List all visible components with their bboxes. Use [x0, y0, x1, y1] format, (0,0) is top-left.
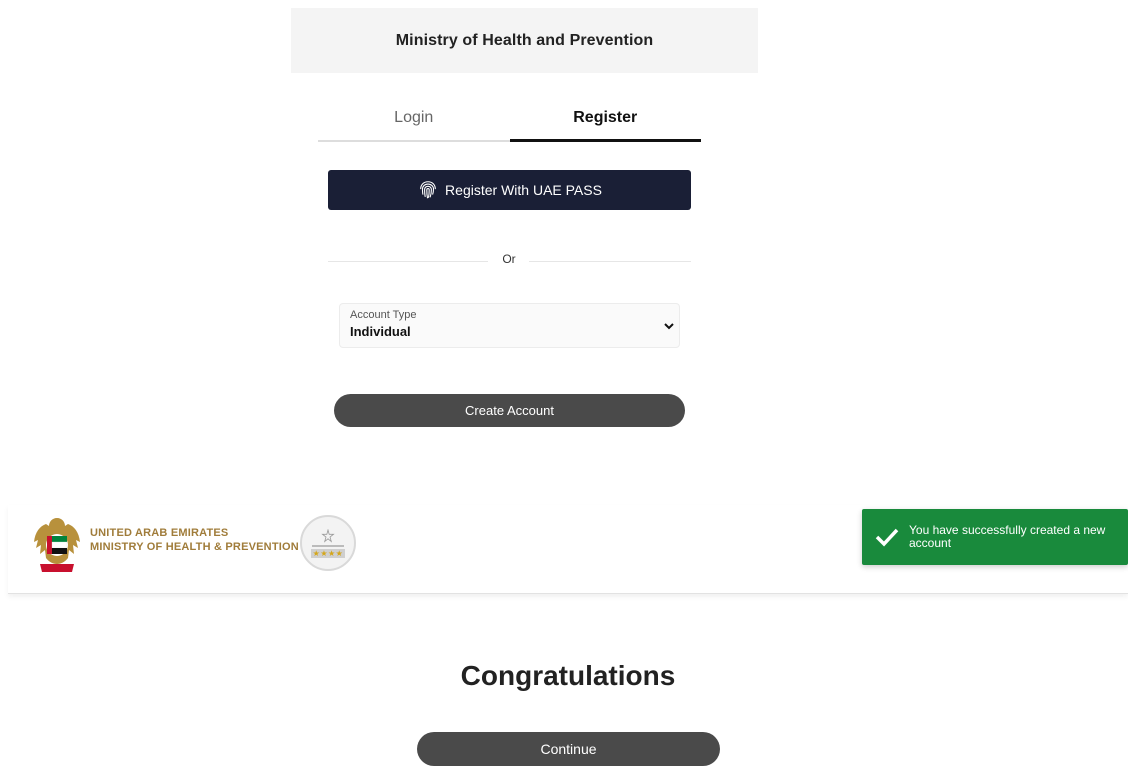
- toast-message: You have successfully created a new acco…: [909, 523, 1106, 550]
- tab-login[interactable]: Login: [318, 100, 510, 142]
- tab-register[interactable]: Register: [509, 100, 701, 142]
- check-icon: [875, 528, 899, 547]
- star-logo-icon: [321, 528, 335, 543]
- page-header: Ministry of Health and Prevention: [291, 8, 758, 73]
- star-rating-badge: ★★★★: [300, 515, 356, 571]
- account-type-select[interactable]: Account Type Individual: [339, 303, 680, 348]
- badge-stars-icon: ★★★★: [310, 548, 346, 558]
- footer-ministry-text: UNITED ARAB EMIRATES MINISTRY OF HEALTH …: [90, 526, 299, 554]
- account-type-label: Account Type: [350, 309, 417, 321]
- uae-emblem-icon: [34, 518, 80, 572]
- auth-tabs: Login Register: [318, 100, 701, 142]
- divider-text: Or: [502, 252, 516, 266]
- congratulations-heading: Congratulations: [460, 660, 676, 691]
- register-uaepass-label: Register With UAE PASS: [445, 182, 602, 198]
- register-uaepass-button[interactable]: Register With UAE PASS: [328, 170, 691, 210]
- footer-line-country: UNITED ARAB EMIRATES: [90, 527, 229, 539]
- footer-line-ministry: MINISTRY OF HEALTH & PREVENTION: [90, 541, 299, 553]
- badge-text-lines: [312, 544, 344, 547]
- chevron-down-icon: [664, 323, 674, 330]
- account-type-value: Individual: [350, 324, 411, 339]
- divider-right: [529, 261, 691, 262]
- divider-left: [328, 261, 488, 262]
- fingerprint-icon: [420, 181, 436, 199]
- create-account-button[interactable]: Create Account: [334, 394, 685, 427]
- success-toast: You have successfully created a new acco…: [862, 509, 1128, 565]
- page-title: Ministry of Health and Prevention: [395, 31, 654, 49]
- continue-button[interactable]: Continue: [417, 732, 720, 766]
